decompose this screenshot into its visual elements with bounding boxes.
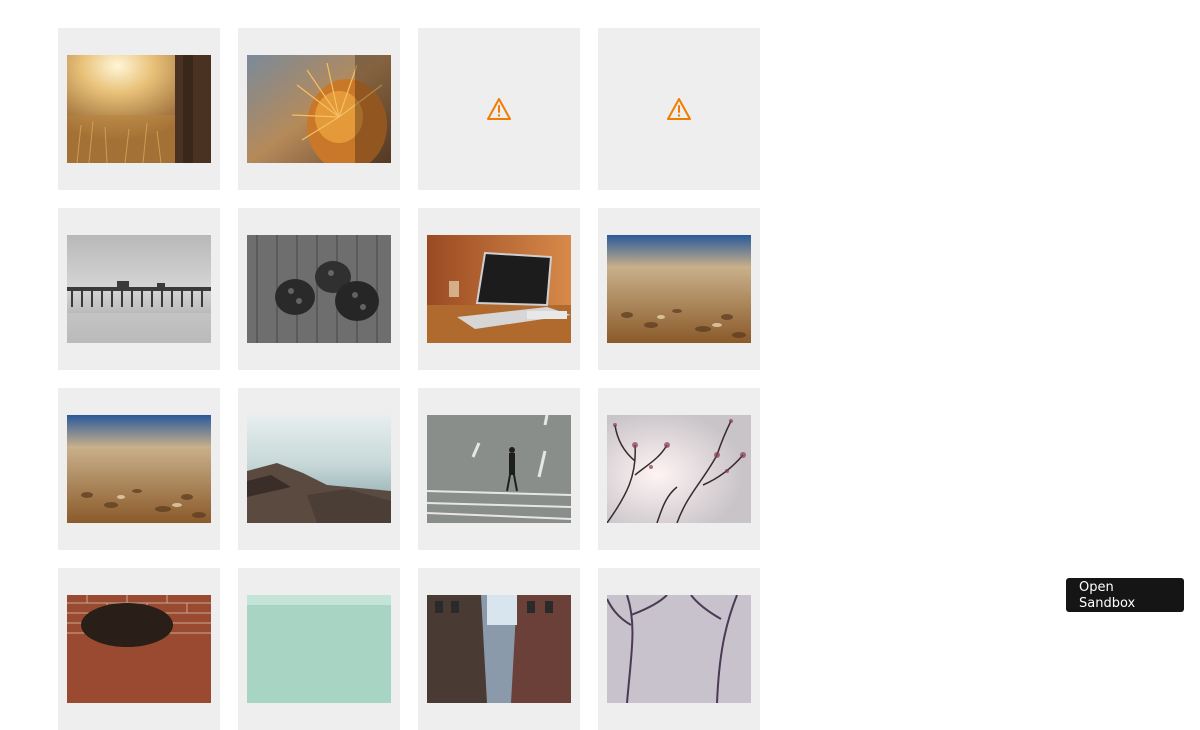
gallery-image-brick-wall[interactable]	[67, 595, 211, 703]
gallery-tile[interactable]	[58, 388, 220, 550]
gallery-tile[interactable]	[58, 208, 220, 370]
gallery-tile[interactable]	[418, 568, 580, 730]
gallery-tile[interactable]	[238, 28, 400, 190]
gallery-image-beach-pebbles[interactable]	[67, 415, 211, 523]
gallery-tile[interactable]	[58, 28, 220, 190]
gallery-tile[interactable]	[238, 388, 400, 550]
gallery-image-bare-trees[interactable]	[607, 595, 751, 703]
gallery-tile[interactable]	[418, 388, 580, 550]
gallery-image-teal-sky[interactable]	[247, 595, 391, 703]
gallery-image-city-street[interactable]	[427, 595, 571, 703]
gallery-image-tree-branches[interactable]	[607, 415, 751, 523]
gallery-tile-error[interactable]	[598, 28, 760, 190]
gallery-image-pier-bw[interactable]	[67, 235, 211, 343]
gallery-image-rocky-shore[interactable]	[247, 415, 391, 523]
gallery-image-sunlit-grass[interactable]	[67, 55, 211, 163]
gallery-tile[interactable]	[598, 568, 760, 730]
gallery-image-pinecones-bw[interactable]	[247, 235, 391, 343]
gallery-image-beach-pebbles[interactable]	[607, 235, 751, 343]
gallery-image-man-walking-street[interactable]	[427, 415, 571, 523]
gallery-image-laptop-desk[interactable]	[427, 235, 571, 343]
gallery-tile[interactable]	[58, 568, 220, 730]
image-gallery-grid	[58, 28, 760, 730]
warning-icon	[487, 98, 511, 120]
gallery-tile[interactable]	[238, 568, 400, 730]
gallery-image-cactus-spines[interactable]	[247, 55, 391, 163]
gallery-tile[interactable]	[418, 208, 580, 370]
gallery-tile[interactable]	[598, 388, 760, 550]
gallery-tile-error[interactable]	[418, 28, 580, 190]
gallery-tile[interactable]	[238, 208, 400, 370]
gallery-tile[interactable]	[598, 208, 760, 370]
open-sandbox-button[interactable]: Open Sandbox	[1066, 578, 1184, 612]
warning-icon	[667, 98, 691, 120]
